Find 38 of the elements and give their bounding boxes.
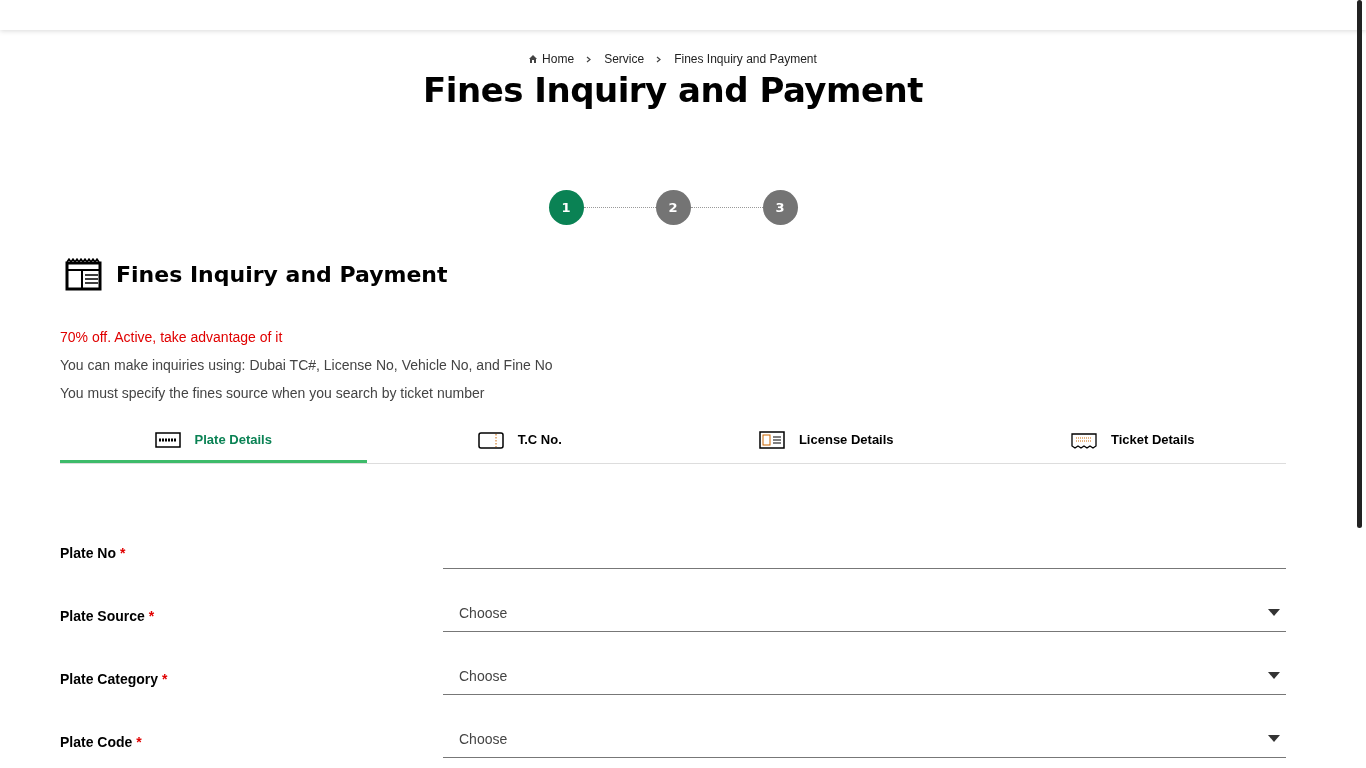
step-indicator: 1 (548, 190, 584, 225)
dropdown-field[interactable]: Choose (443, 657, 1286, 695)
page-title: Fines Inquiry and Payment (422, 70, 924, 110)
step-indicator: 3 (762, 190, 798, 225)
section-title: Fines Inquiry and Payment (116, 261, 448, 287)
step-indicator: 2 (655, 190, 691, 225)
tab[interactable]: T.C No. (366, 419, 673, 463)
chevron-icon (586, 55, 593, 63)
required-mark: * (161, 671, 168, 687)
newspaper-icon (65, 257, 102, 291)
promo-notice: 70% off. Active, take advantage of it (60, 329, 284, 345)
required-mark: * (136, 734, 142, 750)
field-label: Plate Code (60, 734, 133, 750)
field-label: Plate Category (60, 671, 159, 687)
breadcrumb-link[interactable]: Home (529, 52, 575, 66)
tab[interactable]: License Details (673, 419, 980, 463)
card-icon (477, 430, 504, 449)
field-label: Plate No (60, 545, 116, 561)
home-icon (529, 55, 538, 63)
required-mark: * (119, 545, 126, 561)
breadcrumb-link[interactable]: Fines Inquiry and Payment (674, 52, 817, 66)
tab[interactable]: Ticket Details (979, 419, 1286, 463)
scrollbar-thumb[interactable] (1357, 0, 1362, 528)
caret-icon (1268, 609, 1280, 616)
dropdown-field[interactable]: Choose (443, 594, 1286, 632)
id-card-icon (758, 430, 785, 449)
ticket-icon (1070, 430, 1097, 449)
tab[interactable]: Plate Details (60, 419, 367, 463)
caret-icon (1268, 735, 1280, 742)
chevron-icon (656, 55, 663, 63)
info-text: You can make inquiries using: Dubai TC#, License No, Vehicle No, and Fine No (60, 357, 554, 373)
dropdown-field[interactable]: Choose (443, 720, 1286, 758)
caret-icon (1268, 672, 1280, 679)
breadcrumb-link[interactable]: Service (604, 52, 645, 66)
field-label: Plate Source (60, 608, 145, 624)
required-mark: * (148, 608, 155, 624)
info-text: You must specify the fines source when you search by ticket number (60, 385, 486, 401)
plate-icon (154, 430, 181, 449)
